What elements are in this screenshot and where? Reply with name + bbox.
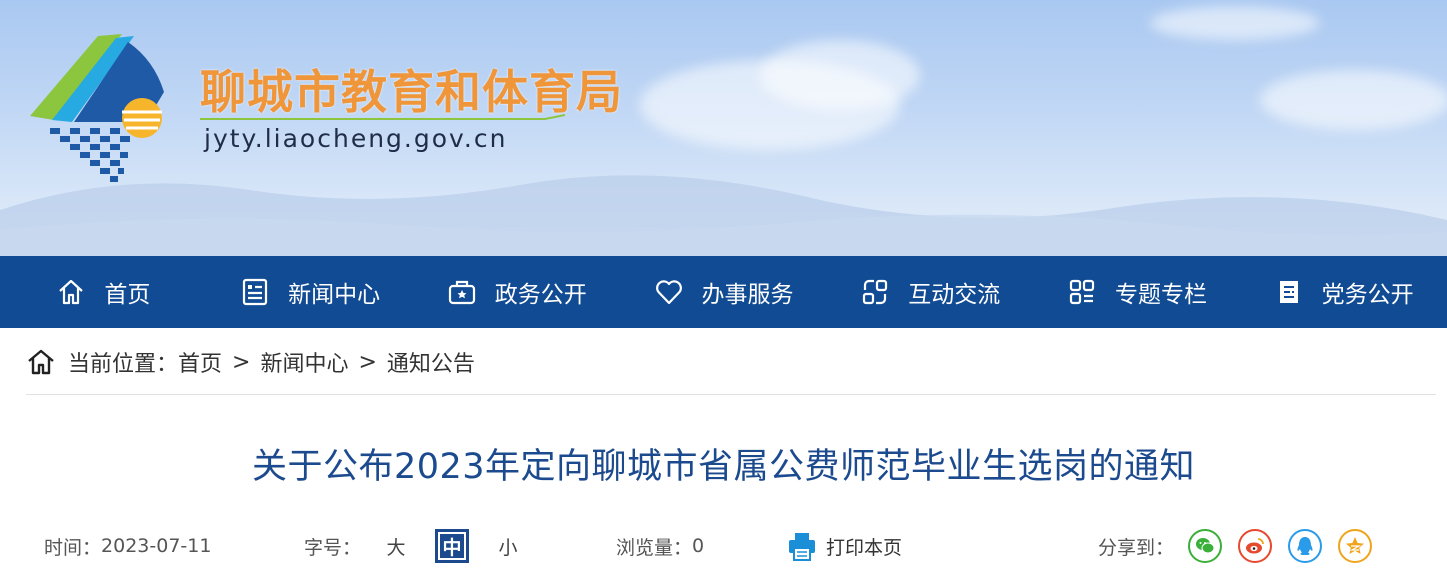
heart-icon	[654, 277, 684, 307]
breadcrumb-separator: >	[232, 349, 251, 375]
breadcrumb-news-link[interactable]: 新闻中心	[260, 346, 348, 378]
breadcrumb-notice-link[interactable]: 通知公告	[387, 346, 475, 378]
qq-share-button[interactable]	[1288, 529, 1323, 563]
nav-item-party[interactable]: 党务公开	[1240, 256, 1447, 328]
print-label: 打印本页	[826, 536, 903, 559]
breadcrumb-divider	[26, 394, 1436, 395]
nav-item-home[interactable]: 首页	[0, 256, 207, 328]
publish-time: 时间： 2023-07-11	[44, 526, 211, 566]
qzone-icon	[1346, 537, 1365, 554]
nav-item-interact[interactable]: 互动交流	[827, 256, 1034, 328]
font-size-medium-button[interactable]: 中	[435, 529, 470, 563]
grid-icon	[1067, 277, 1097, 307]
nav-item-label: 党务公开	[1321, 282, 1414, 308]
site-url: jyty.liaocheng.gov.cn	[204, 124, 508, 153]
time-label: 时间：	[44, 536, 102, 559]
font-size-control: 字号： 大 中 小	[304, 526, 525, 566]
nav-item-topics[interactable]: 专题专栏	[1034, 256, 1241, 328]
font-size-small-button[interactable]: 小	[491, 529, 525, 563]
nav-item-label: 政务公开	[494, 282, 587, 308]
font-size-large-button[interactable]: 大	[379, 529, 413, 563]
nav-item-label: 互动交流	[908, 282, 1001, 308]
wechat-share-button[interactable]	[1188, 529, 1223, 563]
weibo-share-button[interactable]	[1238, 529, 1273, 563]
qq-icon	[1297, 537, 1313, 555]
wechat-icon	[1196, 538, 1215, 554]
main-nav: 首页 新闻中心 政务公开 办事服务 互动交流 专题专栏 党务公开	[0, 256, 1447, 328]
nav-item-label: 办事服务	[701, 282, 794, 308]
qzone-share-button[interactable]	[1338, 529, 1373, 563]
printer-icon	[789, 533, 815, 561]
home-icon	[56, 277, 86, 307]
bureau-logo	[30, 34, 164, 182]
home-icon	[28, 349, 54, 375]
share-label: 分享到：	[1098, 536, 1175, 559]
article-title: 关于公布2023年定向聊城市省属公费师范毕业生选岗的通知	[251, 447, 1196, 487]
nav-item-label: 专题专栏	[1114, 282, 1207, 308]
title-underline	[200, 114, 565, 120]
breadcrumb-separator: >	[358, 349, 377, 375]
mountain-background	[0, 175, 1447, 256]
party-icon	[1274, 277, 1304, 307]
nav-item-label: 首页	[104, 282, 151, 308]
breadcrumb: 当前位置： 首页 > 新闻中心 > 通知公告	[26, 340, 1436, 384]
font-size-label: 字号：	[304, 536, 362, 559]
nav-item-gov[interactable]: 政务公开	[413, 256, 620, 328]
article-meta: 时间： 2023-07-11 字号： 大 中 小 浏览量： 0 打印本页 分享到…	[44, 526, 1424, 566]
weibo-icon	[1246, 538, 1264, 554]
views-value: 0	[692, 535, 705, 557]
view-count: 浏览量： 0	[616, 526, 704, 566]
nav-item-news[interactable]: 新闻中心	[207, 256, 414, 328]
share-bar: 分享到：	[1098, 526, 1388, 566]
breadcrumb-prefix: 当前位置：	[68, 352, 179, 377]
header-banner: 聊城市教育和体育局 jyty.liaocheng.gov.cn	[0, 0, 1447, 256]
time-value: 2023-07-11	[101, 535, 212, 557]
nav-item-service[interactable]: 办事服务	[620, 256, 827, 328]
print-button[interactable]: 打印本页	[788, 526, 902, 566]
gov-icon	[447, 277, 477, 307]
views-label: 浏览量：	[616, 536, 693, 559]
breadcrumb-home-link[interactable]: 首页	[178, 346, 222, 378]
site-title: 聊城市教育和体育局	[200, 65, 623, 119]
nav-item-label: 新闻中心	[288, 282, 381, 308]
news-icon	[240, 277, 270, 307]
interact-icon	[860, 277, 890, 307]
